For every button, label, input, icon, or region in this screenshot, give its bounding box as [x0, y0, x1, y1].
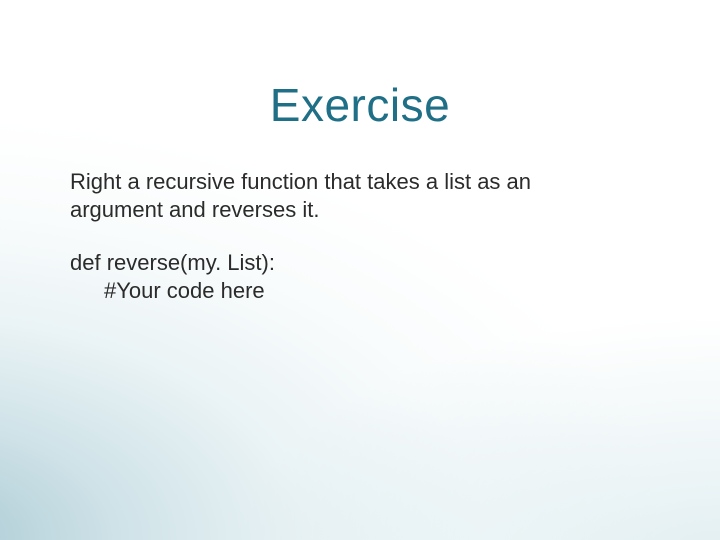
slide-body: Right a recursive function that takes a …	[70, 168, 630, 330]
code-line-1: def reverse(my. List):	[70, 249, 630, 277]
code-block: def reverse(my. List): #Your code here	[70, 249, 630, 304]
slide-title: Exercise	[0, 78, 720, 132]
code-line-2: #Your code here	[70, 277, 630, 305]
slide: Exercise Right a recursive function that…	[0, 0, 720, 540]
exercise-prompt: Right a recursive function that takes a …	[70, 168, 630, 223]
